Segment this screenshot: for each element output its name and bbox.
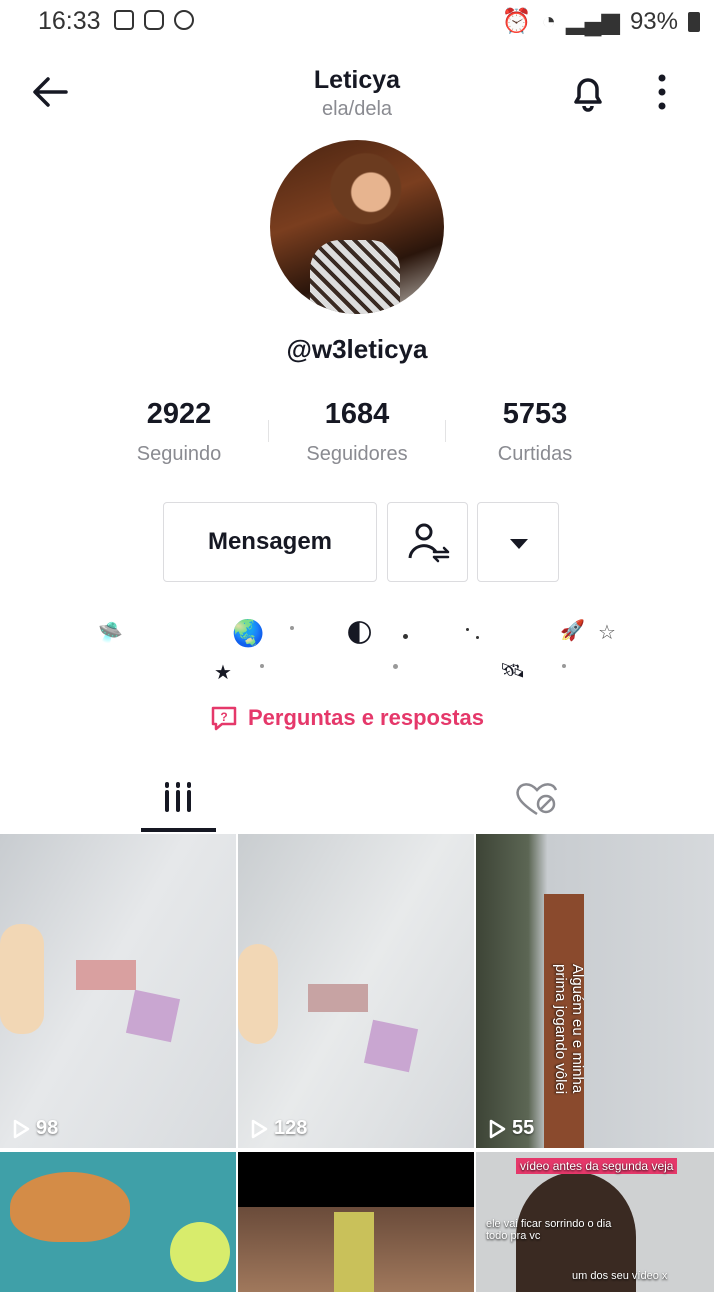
suggestions-dropdown-button[interactable] [477,502,559,582]
view-count: 128 [250,1117,307,1140]
video-thumbnail[interactable]: 98 [0,834,236,1148]
stat-following[interactable]: 2922 Seguindo [90,398,268,466]
notifications-button[interactable] [566,70,610,114]
alarm-icon: ⏰ [501,8,532,35]
play-icon [13,1119,30,1138]
message-button[interactable]: Mensagem [163,502,377,582]
view-count: 55 [488,1117,534,1140]
video-caption-bottom: um dos seu vídeo x [572,1270,668,1282]
battery-percent: 93% [629,7,678,35]
tab-videos[interactable] [141,770,216,832]
video-thumbnail[interactable]: 128 [238,834,474,1148]
tab-liked[interactable] [500,770,575,832]
bell-icon [574,78,602,112]
video-grid: 98 128 Alguém eu e minha prima jogando v… [0,834,714,1292]
moon-emoji: 🌓 [346,618,374,648]
signal-icon: ▂▄▆ [566,8,620,35]
video-caption-top: vídeo antes da segunda veja [516,1158,678,1174]
video-caption: Alguém eu e minha prima jogando vôlei [552,964,586,1095]
star-outline-emoji: ☆ [598,622,616,644]
heart-hidden-icon [516,783,558,816]
stat-followers[interactable]: 1684 Seguidores [268,398,446,466]
user-switch-icon [408,523,450,563]
wifi-icon: ◔ [541,7,557,35]
stat-following-label: Seguindo [136,443,222,465]
grid-icon [165,782,191,812]
view-count: 98 [12,1117,58,1140]
status-bar: 16:33 ⏰ ◔ ▂▄▆ 93% [0,0,714,46]
more-options-button[interactable] [642,70,682,114]
stat-likes-value: 5753 [502,398,568,430]
system-icons: ⏰ ◔ ▂▄▆ 93% [502,7,700,36]
instagram-icon [144,10,164,30]
caret-down-icon [510,539,528,549]
star-emoji: ★ [214,662,232,684]
qa-link[interactable]: ? Perguntas e respostas [210,704,484,732]
earth-emoji: 🌏 [232,618,265,648]
bio: 🛸 🌏 🌓 🚀 ☆ ★ 🛰 [0,614,714,694]
status-time: 16:33 [38,7,101,35]
satellite-emoji: 🛰 [500,660,526,682]
notification-icons [114,10,194,30]
profile-username: @w3leticya [286,334,428,364]
more-vertical-icon [658,74,666,110]
follow-toggle-button[interactable] [387,502,468,582]
video-thumbnail[interactable]: vídeo antes da segunda veja ele vai fica… [476,1152,714,1292]
stat-likes-label: Curtidas [497,443,573,465]
active-tab-indicator [141,828,216,832]
avatar[interactable] [270,140,444,314]
svg-text:?: ? [220,710,227,724]
gallery-icon [114,10,134,30]
play-icon [251,1119,268,1138]
stat-followers-label: Seguidores [306,443,408,465]
video-caption-middle: ele vai ficar sorrindo o dia todo pra vc [486,1218,612,1242]
stat-likes[interactable]: 5753 Curtidas [446,398,624,466]
profile-stats: 2922 Seguindo 1684 Seguidores 5753 Curti… [90,398,624,466]
whatsapp-icon [174,10,194,30]
rocket-emoji: 🚀 [560,620,585,642]
play-icon [489,1119,506,1138]
video-thumbnail[interactable]: Alguém eu e minha prima jogando vôlei 55 [476,834,714,1148]
question-bubble-icon: ? [211,706,237,731]
battery-icon [688,11,700,32]
stat-following-value: 2922 [146,398,212,430]
video-thumbnail[interactable] [238,1152,474,1292]
ufo-emoji: 🛸 [98,622,123,644]
stat-followers-value: 1684 [324,398,390,430]
video-thumbnail[interactable] [0,1152,236,1292]
qa-link-label: Perguntas e respostas [248,705,484,730]
